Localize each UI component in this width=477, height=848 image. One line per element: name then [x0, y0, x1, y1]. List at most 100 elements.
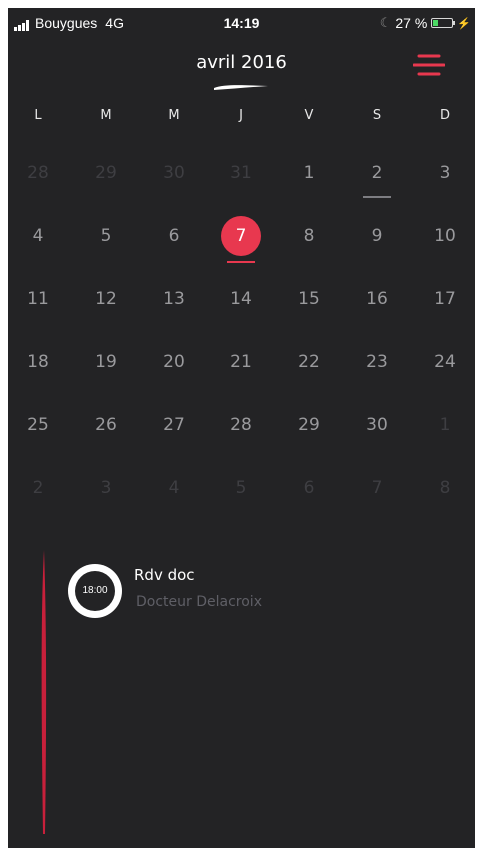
- day-cell[interactable]: 7: [355, 468, 399, 508]
- day-cell[interactable]: 22: [287, 342, 331, 382]
- day-cell[interactable]: 20: [152, 342, 196, 382]
- day-cell[interactable]: 21: [219, 342, 263, 382]
- day-cell[interactable]: 15: [287, 279, 331, 319]
- day-cell[interactable]: 24: [423, 342, 467, 382]
- day-number: 1: [439, 415, 451, 435]
- day-number: 4: [168, 478, 180, 498]
- moon-icon: ☾: [379, 15, 392, 30]
- weekday-label: V: [304, 108, 314, 123]
- day-cell[interactable]: 18: [16, 342, 60, 382]
- day-cell[interactable]: 8: [287, 216, 331, 256]
- day-cell[interactable]: 29: [84, 153, 128, 193]
- day-cell[interactable]: 6: [152, 216, 196, 256]
- weekday-label: J: [239, 108, 243, 123]
- day-number: 18: [27, 352, 49, 372]
- day-cell[interactable]: 4: [16, 216, 60, 256]
- day-number: 26: [95, 415, 117, 435]
- day-number: 5: [235, 478, 247, 498]
- day-cell[interactable]: 1: [287, 153, 331, 193]
- day-number: 29: [298, 415, 320, 435]
- day-cell[interactable]: 29: [287, 405, 331, 445]
- day-cell[interactable]: 6: [287, 468, 331, 508]
- day-number: 22: [298, 352, 320, 372]
- battery-percent: 27 %: [395, 15, 428, 31]
- day-number: 20: [163, 352, 185, 372]
- day-cell[interactable]: 26: [84, 405, 128, 445]
- day-number: 14: [230, 289, 252, 309]
- day-cell[interactable]: 12: [84, 279, 128, 319]
- day-number: 8: [303, 226, 315, 246]
- month-title[interactable]: avril 2016: [8, 52, 475, 73]
- day-number: 4: [32, 226, 44, 246]
- day-cell[interactable]: 9: [355, 216, 399, 256]
- day-cell[interactable]: 8: [423, 468, 467, 508]
- battery-icon: [431, 18, 456, 28]
- weekday-label: S: [372, 108, 382, 123]
- day-cell-today[interactable]: 7: [219, 216, 263, 263]
- day-cell[interactable]: 3: [423, 153, 467, 193]
- day-cell[interactable]: 5: [84, 216, 128, 256]
- event-subtitle: Docteur Delacroix: [136, 594, 262, 610]
- day-number: 7: [371, 478, 383, 498]
- event-title: Rdv doc: [134, 566, 195, 584]
- day-cell[interactable]: 13: [152, 279, 196, 319]
- day-cell[interactable]: 10: [423, 216, 467, 256]
- day-number: 31: [230, 163, 252, 183]
- day-cell[interactable]: 16: [355, 279, 399, 319]
- weekday-label: D: [439, 108, 450, 123]
- day-number: 25: [27, 415, 49, 435]
- day-cell[interactable]: 31: [219, 153, 263, 193]
- day-number: 24: [434, 352, 456, 372]
- day-number: 6: [168, 226, 180, 246]
- day-number: 7: [235, 226, 247, 246]
- weekday-label: M: [100, 108, 112, 123]
- day-number: 30: [163, 163, 185, 183]
- day-cell[interactable]: 2: [355, 153, 399, 198]
- day-cell[interactable]: 3: [84, 468, 128, 508]
- day-number: 6: [303, 478, 315, 498]
- day-cell[interactable]: 5: [219, 468, 263, 508]
- day-number: 23: [366, 352, 388, 372]
- day-cell[interactable]: 28: [219, 405, 263, 445]
- day-number: 9: [371, 226, 383, 246]
- day-cell[interactable]: 28: [16, 153, 60, 193]
- day-number: 13: [163, 289, 185, 309]
- day-number: 2: [371, 163, 383, 183]
- day-number: 3: [439, 163, 451, 183]
- day-cell[interactable]: 14: [219, 279, 263, 319]
- day-cell[interactable]: 19: [84, 342, 128, 382]
- day-number: 28: [27, 163, 49, 183]
- day-number: 2: [32, 478, 44, 498]
- weekday-header: LMMJVSD: [8, 108, 475, 128]
- back-swipe-icon[interactable]: [212, 82, 270, 92]
- day-cell[interactable]: 17: [423, 279, 467, 319]
- day-number: 10: [434, 226, 456, 246]
- event-time: 18:00: [75, 571, 115, 611]
- charging-bolt-icon: ⚡: [457, 17, 471, 30]
- day-cell[interactable]: 2: [16, 468, 60, 508]
- day-cell[interactable]: 25: [16, 405, 60, 445]
- day-cell[interactable]: 1: [423, 405, 467, 445]
- menu-icon[interactable]: [413, 54, 445, 76]
- calendar-screen: Bouygues 4G 14:19 ☾ 27 % ⚡ avril 2016 L M…: [8, 8, 475, 848]
- day-number: 15: [298, 289, 320, 309]
- day-cell[interactable]: 30: [152, 153, 196, 193]
- day-cell[interactable]: 30: [355, 405, 399, 445]
- status-right: ☾ 27 % ⚡: [380, 15, 471, 31]
- clock-icon: 18:00: [68, 564, 122, 618]
- today-underline: [227, 261, 255, 263]
- day-cell[interactable]: 11: [16, 279, 60, 319]
- day-number: 5: [100, 226, 112, 246]
- day-number: 21: [230, 352, 252, 372]
- day-number: 12: [95, 289, 117, 309]
- weekday-label: M: [168, 108, 180, 123]
- day-number: 3: [100, 478, 112, 498]
- battery-fill: [433, 20, 439, 26]
- event-marker: [363, 196, 391, 198]
- day-number: 8: [439, 478, 451, 498]
- day-cell[interactable]: 4: [152, 468, 196, 508]
- day-number: 27: [163, 415, 185, 435]
- day-number: 28: [230, 415, 252, 435]
- day-cell[interactable]: 27: [152, 405, 196, 445]
- day-cell[interactable]: 23: [355, 342, 399, 382]
